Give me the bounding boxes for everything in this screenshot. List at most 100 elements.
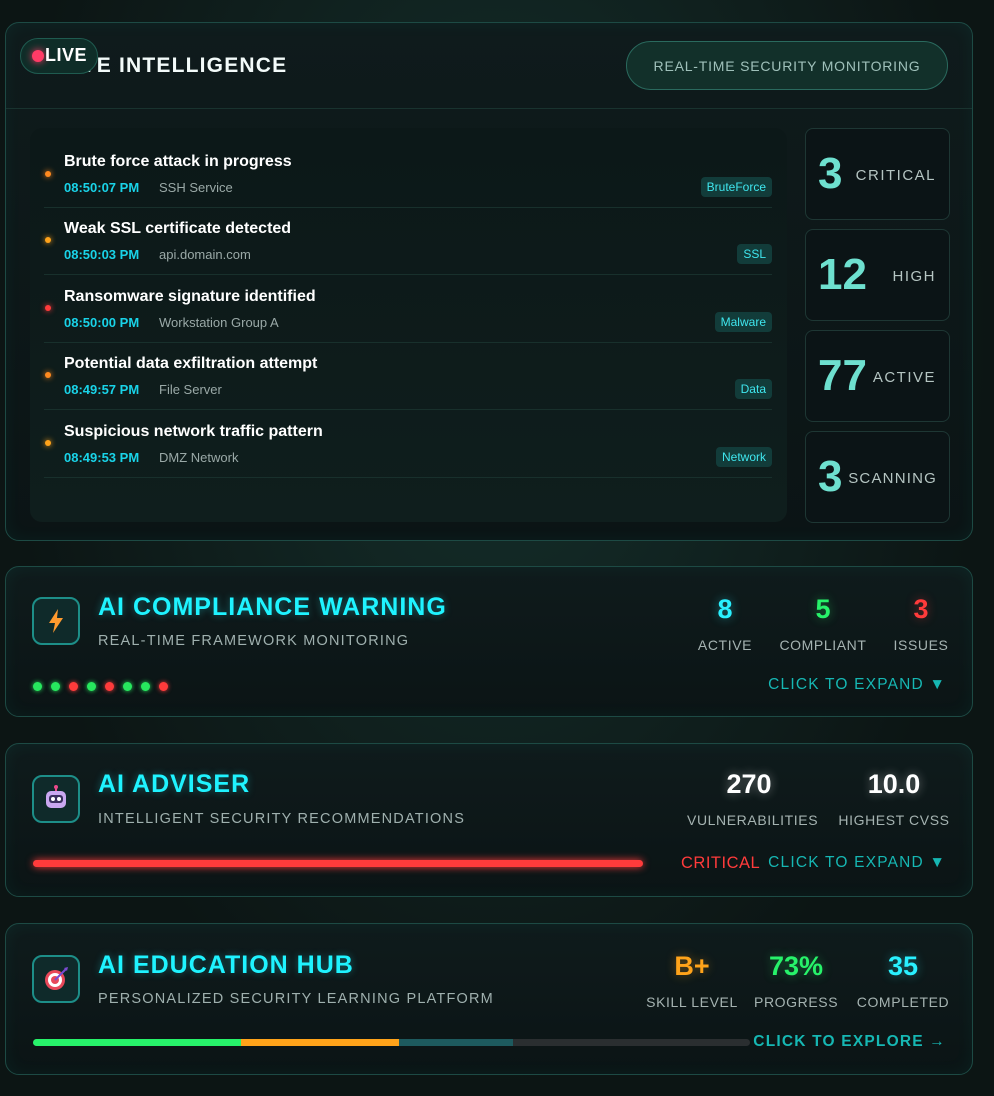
metric-label: ISSUES [893,637,949,653]
feed-item[interactable]: Brute force attack in progress 08:50:07 … [44,141,772,208]
severity-bar [33,860,643,867]
metric-label: ACTIVE [697,637,753,653]
compliance-subtitle: REAL-TIME FRAMEWORK MONITORING [98,633,410,649]
stat-value: 77 [818,351,867,400]
framework-status-dot [87,682,96,691]
feed-item-tag[interactable]: BruteForce [700,177,772,197]
feed-item-source: File Server [159,382,222,397]
feed-item[interactable]: Potential data exfiltration attempt 08:4… [44,343,772,410]
metric-value: 5 [815,594,831,624]
adviser-card[interactable]: AI ADVISER INTELLIGENT SECURITY RECOMMEN… [5,743,973,897]
stat-label: CRITICAL [855,167,936,184]
progress-segment [398,1039,514,1046]
metric-skill-level: B+ SKILL LEVEL [644,951,740,1010]
metric-issues: 3 ISSUES [889,594,953,653]
adviser-subtitle: INTELLIGENT SECURITY RECOMMENDATIONS [98,811,466,827]
severity-bar-fill [33,860,643,867]
feed-item-time: 08:50:03 PM [64,247,140,262]
robot-icon [32,775,80,823]
framework-status-dot [141,682,150,691]
feed-item-source: api.domain.com [159,247,251,262]
compliance-title: AI COMPLIANCE WARNING [98,593,447,621]
severity-label: CRITICAL [681,854,761,872]
framework-status-dot [105,682,114,691]
feed-item[interactable]: Ransomware signature identified 08:50:00… [44,276,772,343]
feed-item-tag[interactable]: Malware [714,312,772,332]
realtime-monitoring-button[interactable]: REAL-TIME SECURITY MONITORING [626,41,948,90]
metric-value: B+ [674,951,710,981]
stat-high[interactable]: 12 HIGH [805,229,950,321]
severity-dot-icon [45,440,51,446]
metric-label: HIGHEST CVSS [838,812,950,828]
severity-dot-icon [45,171,51,177]
severity-dot-icon [45,305,51,311]
metric-vulnerabilities: 270 VULNERABILITIES [687,769,819,828]
stat-critical[interactable]: 3 CRITICAL [805,128,950,220]
stat-label: ACTIVE [872,369,936,386]
framework-status-dot [123,682,132,691]
metric-label: SKILL LEVEL [646,994,738,1010]
metric-completed: 35 COMPLETED [856,951,950,1010]
education-hub-card[interactable]: AI EDUCATION HUB PERSONALIZED SECURITY L… [5,923,973,1075]
feed-item-title: Weak SSL certificate detected [64,220,292,237]
intel-header: AI LIVE INTELLIGENCE LIVE REAL-TIME SECU… [6,23,972,109]
metric-label: VULNERABILITIES [687,812,819,828]
expand-button[interactable]: CLICK TO EXPAND ▼ [768,854,946,872]
feed-item-time: 08:50:07 PM [64,180,140,195]
live-indicator-icon [32,50,44,62]
metric-value: 73% [768,951,824,981]
education-title: AI EDUCATION HUB [98,951,354,979]
severity-dot-icon [45,237,51,243]
metric-compliant: 5 COMPLIANT [778,594,868,653]
expand-button[interactable]: CLICK TO EXPAND ▼ [768,676,946,694]
metric-value: 8 [717,594,733,624]
feed-item-source: Workstation Group A [159,315,279,330]
feed-item-tag[interactable]: SSL [737,244,772,264]
feed-item-title: Suspicious network traffic pattern [64,423,323,440]
explore-button[interactable]: CLICK TO EXPLORE → [753,1033,946,1051]
feed-item-source: DMZ Network [159,450,239,465]
feed-item-title: Ransomware signature identified [64,288,316,305]
stat-active[interactable]: 77 ACTIVE [805,330,950,422]
metric-value: 10.0 [867,769,921,799]
stat-value: 3 [818,149,843,198]
live-intelligence-card: AI LIVE INTELLIGENCE LIVE REAL-TIME SECU… [5,22,973,541]
feed-item[interactable]: Suspicious network traffic pattern 08:49… [44,411,772,478]
stat-value: 12 [818,250,867,299]
metric-active: 8 ACTIVE [695,594,755,653]
metric-value: 270 [726,769,772,799]
metric-progress: 73% PROGRESS [754,951,838,1010]
compliance-warning-card[interactable]: AI COMPLIANCE WARNING REAL-TIME FRAMEWOR… [5,566,973,717]
target-icon [32,955,80,1003]
lightning-icon [32,597,80,645]
adviser-title: AI ADVISER [98,770,251,798]
learning-progress-bar [33,1039,750,1046]
stat-value: 3 [818,452,843,501]
metric-label: COMPLIANT [779,637,867,653]
stat-label: SCANNING [848,470,937,487]
feed-item-time: 08:49:57 PM [64,382,140,397]
framework-status-dot [33,682,42,691]
feed-item-time: 08:50:00 PM [64,315,140,330]
metric-label: COMPLETED [856,994,950,1010]
stat-scanning[interactable]: 3 SCANNING [805,431,950,523]
metric-value: 3 [913,594,929,624]
feed-item-tag[interactable]: Network [715,447,772,467]
framework-status-dot [51,682,60,691]
education-subtitle: PERSONALIZED SECURITY LEARNING PLATFORM [98,991,494,1007]
feed-item-title: Brute force attack in progress [64,153,292,170]
progress-segment [240,1039,399,1046]
progress-segment [33,1039,241,1046]
metric-value: 35 [887,951,919,981]
feed-item[interactable]: Weak SSL certificate detected 08:50:03 P… [44,208,772,275]
threat-feed: Brute force attack in progress 08:50:07 … [30,128,787,522]
stat-label: HIGH [892,268,936,285]
feed-item-title: Potential data exfiltration attempt [64,355,318,372]
feed-item-time: 08:49:53 PM [64,450,140,465]
framework-status-dot [159,682,168,691]
severity-dot-icon [45,372,51,378]
feed-item-tag[interactable]: Data [734,379,772,399]
metric-highest-cvss: 10.0 HIGHEST CVSS [838,769,950,828]
feed-item-source: SSH Service [159,180,233,195]
live-label: LIVE [45,45,88,65]
